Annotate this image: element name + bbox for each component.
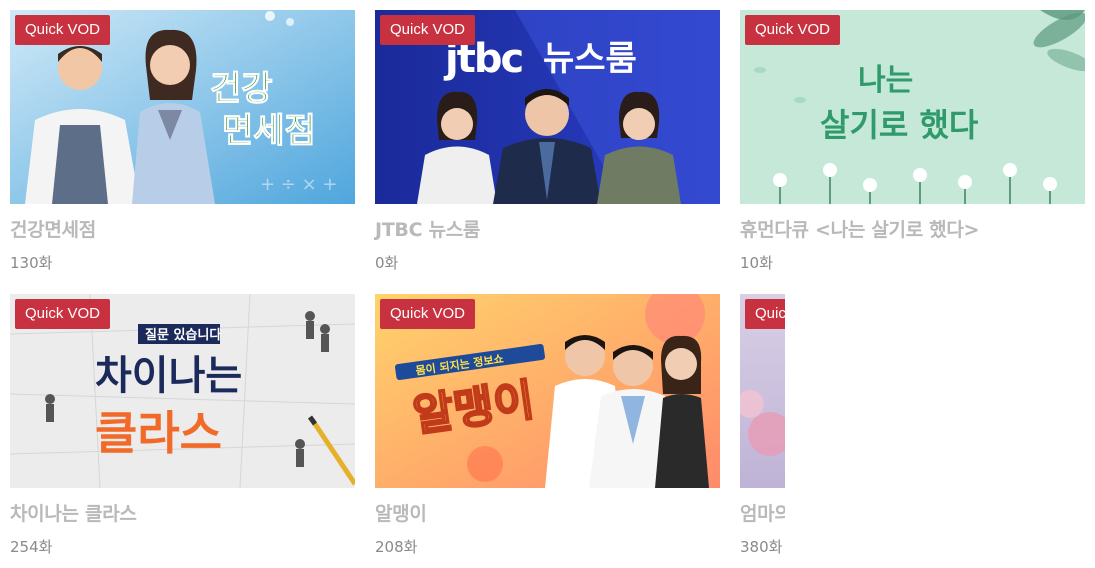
quick-vod-badge: Quick VOD xyxy=(745,299,785,329)
episode-count: 208화 xyxy=(375,538,418,556)
program-title[interactable]: 차이나는 클라스 xyxy=(10,499,137,526)
quick-vod-badge: Quick VOD xyxy=(15,15,111,45)
quick-vod-badge: Quick VOD xyxy=(380,299,476,329)
program-title[interactable]: 알맹이 xyxy=(375,499,427,526)
thumbnail-title-line2: 살기로 했다 xyxy=(820,106,979,144)
episode-count: 380화 xyxy=(740,538,783,556)
program-title[interactable]: 건강면세점 xyxy=(10,215,96,242)
vod-card[interactable]: Quick VOD 엄마의 봄날 380화 xyxy=(740,294,785,564)
thumbnail-title-line2: 클라스 xyxy=(95,406,222,460)
program-title[interactable]: 휴먼다큐 <나는 살기로 했다> xyxy=(740,215,979,242)
thumbnail-subtitle: 질문 있습니다 xyxy=(145,327,221,343)
svg-text:+ ÷ × +: + ÷ × + xyxy=(260,174,338,195)
quick-vod-badge: Quick VOD xyxy=(15,299,111,329)
thumbnail-title-line1: 건강 xyxy=(210,69,273,109)
thumbnail-title-line1: 차이나는 xyxy=(95,353,242,399)
thumbnail-title-line1: 나는 xyxy=(858,63,913,98)
vod-card[interactable]: 질문 있습니다 차이나는 클라스 Quick VOD 차이나는 클라스 254화 xyxy=(10,294,355,564)
program-title[interactable]: JTBC 뉴스룸 xyxy=(375,215,480,242)
quick-vod-badge: Quick VOD xyxy=(745,15,841,45)
vod-grid: + ÷ × + 건강 면세점 Quick VOD 건강면세점 130화 jtbc… xyxy=(10,10,1085,568)
quick-vod-badge: Quick VOD xyxy=(380,15,476,45)
vod-card[interactable]: 나는 살기로 했다 Quick VOD 휴먼다큐 <나는 살기로 했다> 10화 xyxy=(740,10,1085,280)
episode-count: 130화 xyxy=(10,254,53,272)
thumbnail-title-line2: 면세점 xyxy=(222,111,316,151)
episode-count: 10화 xyxy=(740,254,773,272)
vod-card[interactable]: + ÷ × + 건강 면세점 Quick VOD 건강면세점 130화 xyxy=(10,10,355,280)
episode-count: 0화 xyxy=(375,254,399,272)
episode-count: 254화 xyxy=(10,538,53,556)
vod-card[interactable]: jtbc 뉴스룸 Quick VOD JTBC 뉴스룸 0화 xyxy=(375,10,720,280)
thumbnail-title: 뉴스룸 xyxy=(543,39,637,79)
vod-card[interactable]: 몸이 되지는 정보쇼 알맹이 Quick VOD 알맹이 208화 xyxy=(375,294,720,564)
program-title[interactable]: 엄마의 봄날 xyxy=(740,499,785,526)
